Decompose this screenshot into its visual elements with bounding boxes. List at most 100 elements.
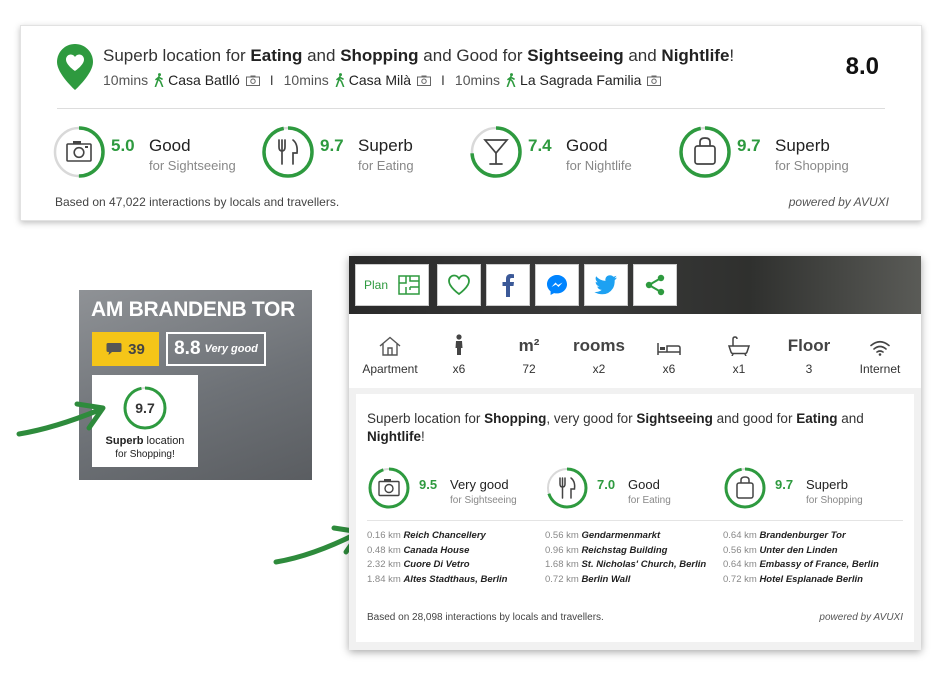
landmark-item[interactable]: 10mins Casa Batlló xyxy=(103,72,260,88)
green-arrow-annotation xyxy=(16,401,106,437)
poi-item[interactable]: 0.16 km Reich Chancellery xyxy=(367,529,507,544)
amenities-bar: Apartment x6 m² 72 rooms x2 x6 x1 Floor … xyxy=(349,314,921,388)
amenity-bathrooms: x1 xyxy=(704,332,774,376)
poi-item[interactable]: 2.32 km Cuore Di Vetro xyxy=(367,558,507,573)
wifi-icon xyxy=(870,340,890,356)
heart-icon xyxy=(448,274,470,296)
amenity-beds: x6 xyxy=(634,332,704,376)
interactions-footnote: Based on 28,098 interactions by locals a… xyxy=(367,612,604,623)
category-label: Superb for Shopping xyxy=(806,477,863,506)
category-label: Superb for Eating xyxy=(358,136,414,173)
score-ring xyxy=(262,126,314,178)
interactions-footnote: Based on 47,022 interactions by locals a… xyxy=(55,195,340,209)
amenity-guests: x6 xyxy=(424,332,494,376)
fork-knife-icon xyxy=(278,139,299,165)
camera-icon xyxy=(245,75,260,86)
divider xyxy=(57,108,885,109)
amenity-floor: Floor 3 xyxy=(787,336,831,376)
location-section: Superb location for Shopping, very good … xyxy=(349,388,921,650)
category-score: 9.5 xyxy=(419,477,438,492)
messenger-share-button[interactable] xyxy=(535,264,579,306)
category-label: Good for Nightlife xyxy=(566,136,632,173)
poi-item[interactable]: 0.56 km Unter den Linden xyxy=(723,544,879,559)
walking-person-icon xyxy=(335,73,345,87)
share-button[interactable] xyxy=(633,264,677,306)
poi-item[interactable]: 0.72 km Hotel Esplanade Berlin xyxy=(723,573,879,588)
poi-column: 0.64 km Brandenburger Tor 0.56 km Unter … xyxy=(723,529,879,587)
poi-item[interactable]: 0.48 km Canada House xyxy=(367,544,507,559)
amenity-property-type: Apartment xyxy=(355,332,425,376)
landmark-separator: I xyxy=(441,72,445,88)
landmark-item[interactable]: 10mins La Sagrada Familia xyxy=(455,72,662,88)
poi-item[interactable]: 0.72 km Berlin Wall xyxy=(545,573,706,588)
amenity-rooms: rooms x2 xyxy=(573,336,625,376)
rating-badge: 8.8 Very good xyxy=(166,332,266,366)
cocktail-icon xyxy=(483,139,509,165)
category-score: 7.0 xyxy=(597,477,616,492)
photo-toolbar: Plan xyxy=(349,256,921,314)
apartment-detail-widget: Plan Apartment x6 m² 72 rooms x2 x6 x1 F… xyxy=(349,256,921,650)
location-headline: Superb location for Shopping, very good … xyxy=(367,411,864,444)
camera-icon xyxy=(417,75,432,86)
share-icon xyxy=(645,274,665,296)
location-score-panel: Superb location for Shopping, very good … xyxy=(356,394,914,642)
facebook-icon xyxy=(502,274,514,297)
floor-plan-icon xyxy=(398,275,420,295)
divider xyxy=(367,520,903,521)
badge-score: 9.7 xyxy=(135,400,155,416)
poi-column: 0.56 km Gendarmenmarkt 0.96 km Reichstag… xyxy=(545,529,706,587)
poi-item[interactable]: 1.68 km St. Nicholas' Church, Berlin xyxy=(545,558,706,573)
category-score: 9.7 xyxy=(320,136,344,155)
walking-person-icon xyxy=(506,73,516,87)
twitter-icon xyxy=(594,275,617,295)
shopping-bag-icon xyxy=(736,476,754,499)
score-ring xyxy=(724,467,766,509)
walking-person-icon xyxy=(154,73,164,87)
person-icon xyxy=(455,334,463,355)
messenger-icon xyxy=(547,275,567,295)
facebook-share-button[interactable] xyxy=(486,264,530,306)
score-ring xyxy=(470,126,522,178)
bed-icon xyxy=(657,343,681,355)
category-score: 9.7 xyxy=(775,477,794,492)
poi-item[interactable]: 0.64 km Embassy of France, Berlin xyxy=(723,558,879,573)
category-label: Good for Sightseeing xyxy=(149,136,236,173)
category-label: Superb for Shopping xyxy=(775,136,849,173)
poi-column: 0.16 km Reich Chancellery 0.48 km Canada… xyxy=(367,529,507,587)
camera-icon xyxy=(66,141,92,162)
overall-score: 8.0 xyxy=(845,53,879,80)
camera-icon xyxy=(378,479,400,497)
poi-item[interactable]: 0.56 km Gendarmenmarkt xyxy=(545,529,706,544)
hotel-name: AM BRANDENB TOR xyxy=(91,298,295,321)
amenity-area: m² 72 xyxy=(518,336,540,376)
camera-icon xyxy=(647,75,662,86)
nearby-landmarks: 10mins Casa Batlló I 10mins Casa Milà I … xyxy=(103,72,662,88)
score-ring xyxy=(546,467,588,509)
fork-knife-icon xyxy=(559,477,576,499)
category-score: 7.4 xyxy=(528,136,552,155)
house-icon xyxy=(379,336,401,356)
powered-by-label[interactable]: powered by AVUXI xyxy=(819,612,903,623)
speech-bubble-icon xyxy=(106,343,122,355)
poi-item[interactable]: 0.64 km Brandenburger Tor xyxy=(723,529,879,544)
plan-button[interactable]: Plan xyxy=(355,264,429,306)
powered-by-label[interactable]: powered by AVUXI xyxy=(789,195,889,209)
category-label: Very good for Sightseeing xyxy=(450,477,517,506)
review-count-badge[interactable]: 39 xyxy=(92,332,159,366)
location-heart-pin-icon xyxy=(57,44,93,90)
location-headline: Superb location for Eating and Shopping … xyxy=(103,46,735,65)
score-ring xyxy=(368,467,410,509)
landmark-item[interactable]: 10mins Casa Milà xyxy=(284,72,432,88)
score-ring xyxy=(53,126,105,178)
twitter-share-button[interactable] xyxy=(584,264,628,306)
poi-item[interactable]: 0.96 km Reichstag Building xyxy=(545,544,706,559)
shopping-bag-icon xyxy=(694,137,716,165)
hotel-tile[interactable]: AM BRANDENB TOR 39 8.8 Very good 9.7 Sup… xyxy=(79,290,312,480)
poi-item[interactable]: 1.84 km Altes Stadthaus, Berlin xyxy=(367,573,507,588)
bathtub-icon xyxy=(728,336,750,356)
category-score: 9.7 xyxy=(737,136,761,155)
badge-line-2: for Shopping! xyxy=(115,449,175,460)
location-score-widget-large: Superb location for Eating and Shopping … xyxy=(20,25,922,221)
category-label: Good for Eating xyxy=(628,477,671,506)
favorite-button[interactable] xyxy=(437,264,481,306)
